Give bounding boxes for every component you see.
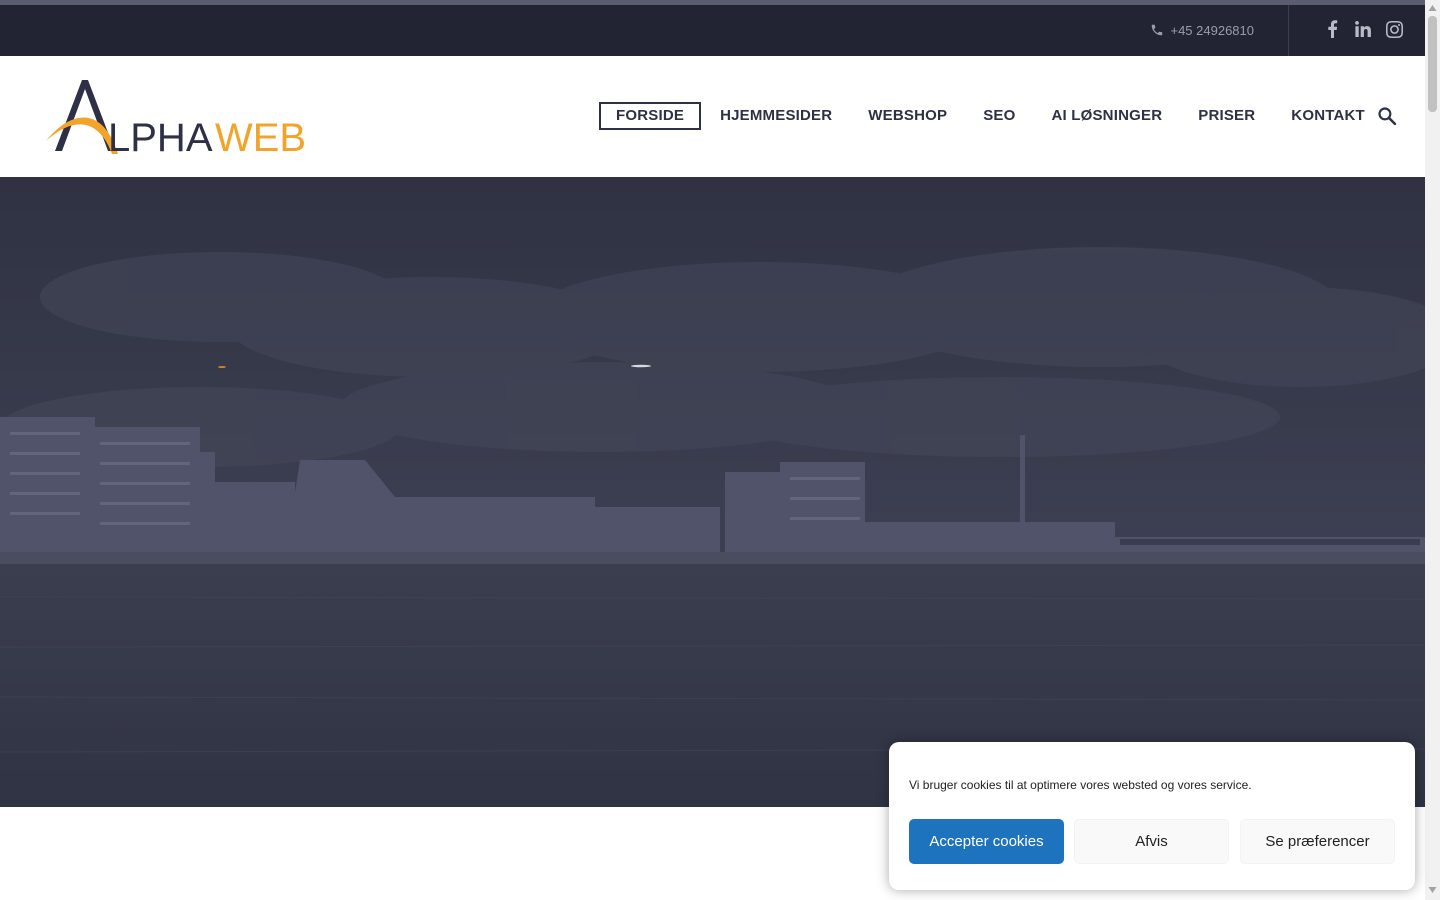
main-nav: FORSIDE HJEMMESIDER WEBSHOP SEO AI LØSNI… <box>599 102 1383 130</box>
phone-link[interactable]: +45 24926810 <box>1150 21 1254 39</box>
logo-text-lpha: LPHA <box>108 116 213 156</box>
linkedin-icon[interactable] <box>1353 19 1373 39</box>
deny-cookies-button[interactable]: Afvis <box>1074 819 1229 864</box>
cookie-banner: Vi bruger cookies til at optimere vores … <box>889 742 1415 890</box>
search-icon[interactable] <box>1377 106 1397 126</box>
facebook-icon[interactable] <box>1322 19 1342 39</box>
top-bar: +45 24926810 <box>0 0 1425 56</box>
scroll-down-arrow-icon[interactable] <box>1428 886 1437 894</box>
phone-icon <box>1152 24 1163 36</box>
cookie-message: Vi bruger cookies til at optimere vores … <box>909 778 1252 792</box>
scrollbar-track[interactable] <box>1425 0 1440 900</box>
scroll-up-arrow-icon[interactable] <box>1428 4 1437 12</box>
nav-item-forside[interactable]: FORSIDE <box>599 102 702 130</box>
top-accent-line <box>0 0 1425 5</box>
cookie-preferences-button[interactable]: Se præferencer <box>1240 819 1395 864</box>
nav-item-seo[interactable]: SEO <box>965 102 1033 130</box>
nav-item-webshop[interactable]: WEBSHOP <box>850 102 965 130</box>
hero-banner <box>0 177 1425 807</box>
nav-item-priser[interactable]: PRISER <box>1180 102 1273 130</box>
alphaweb-logo[interactable]: LPHA WEB <box>46 80 306 156</box>
hero-image <box>0 177 1425 807</box>
site-header: LPHA WEB FORSIDE HJEMMESIDER WEBSHOP SEO… <box>0 56 1425 177</box>
social-links <box>1322 19 1404 39</box>
phone-number: +45 24926810 <box>1170 22 1254 38</box>
logo-text-web: WEB <box>215 116 306 156</box>
scrollbar-thumb[interactable] <box>1428 16 1437 112</box>
nav-item-hjemmesider[interactable]: HJEMMESIDER <box>702 102 850 130</box>
nav-item-ai-losninger[interactable]: AI LØSNINGER <box>1033 102 1180 130</box>
topbar-divider <box>1288 5 1289 56</box>
nav-item-kontakt[interactable]: KONTAKT <box>1273 102 1383 130</box>
instagram-icon[interactable] <box>1384 19 1404 39</box>
accept-cookies-button[interactable]: Accepter cookies <box>909 819 1064 864</box>
